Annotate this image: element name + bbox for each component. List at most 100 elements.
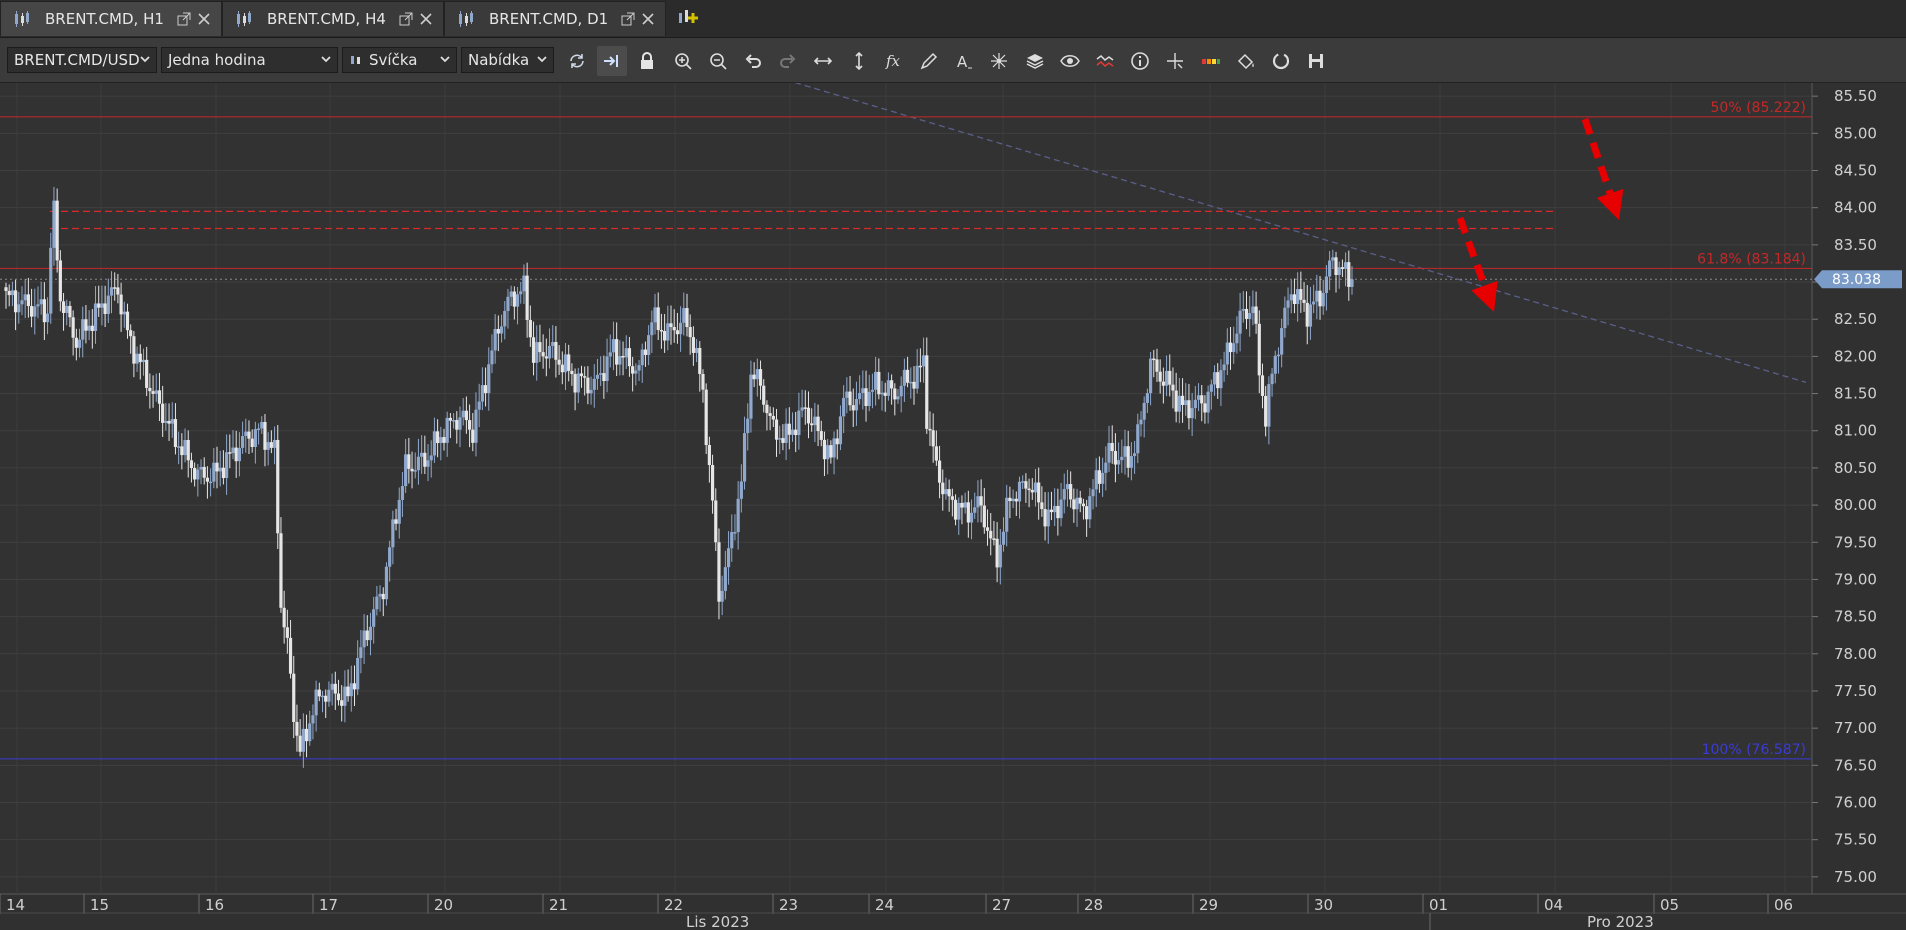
horizontal-scale-button[interactable]	[808, 46, 838, 76]
candle[interactable]	[870, 389, 875, 392]
candle[interactable]	[391, 519, 395, 548]
candle[interactable]	[1056, 506, 1060, 519]
candle[interactable]	[90, 325, 94, 331]
candle[interactable]	[1043, 509, 1047, 527]
candle[interactable]	[1228, 342, 1233, 353]
candle[interactable]	[279, 533, 283, 608]
candle[interactable]	[1203, 403, 1207, 413]
candle[interactable]	[784, 423, 788, 443]
candle[interactable]	[292, 673, 296, 722]
candle[interactable]	[704, 389, 708, 446]
candle[interactable]	[694, 347, 699, 353]
candle[interactable]	[413, 470, 417, 472]
candle[interactable]	[899, 385, 903, 397]
candle[interactable]	[81, 319, 85, 340]
candle[interactable]	[410, 468, 414, 472]
candle[interactable]	[228, 452, 232, 454]
candle[interactable]	[400, 486, 405, 500]
candle[interactable]	[1270, 373, 1274, 385]
candle[interactable]	[969, 512, 974, 523]
candle[interactable]	[778, 438, 782, 440]
candle[interactable]	[541, 352, 545, 357]
candle[interactable]	[1129, 456, 1133, 468]
candle[interactable]	[164, 420, 168, 423]
candle[interactable]	[177, 446, 181, 448]
candle[interactable]	[618, 355, 622, 365]
candle[interactable]	[1264, 395, 1268, 427]
candle[interactable]	[1053, 506, 1057, 513]
candle[interactable]	[1072, 499, 1076, 510]
candle[interactable]	[845, 391, 849, 398]
candle[interactable]	[509, 291, 513, 297]
candle[interactable]	[132, 336, 136, 364]
candle[interactable]	[196, 469, 200, 480]
pencil-button[interactable]	[914, 46, 944, 76]
chart-area[interactable]: 85.5085.0084.5084.0083.5083.0082.5082.00…	[0, 83, 1906, 930]
candle[interactable]	[854, 399, 859, 411]
candle[interactable]	[1021, 481, 1025, 483]
candle[interactable]	[570, 370, 574, 375]
candle[interactable]	[726, 548, 731, 568]
candle[interactable]	[161, 403, 165, 423]
candle[interactable]	[135, 353, 139, 364]
candle[interactable]	[36, 304, 40, 307]
candle[interactable]	[650, 322, 654, 336]
candle[interactable]	[800, 407, 804, 411]
candle[interactable]	[631, 366, 635, 374]
candle[interactable]	[141, 359, 146, 363]
candle[interactable]	[113, 287, 117, 289]
candle[interactable]	[1097, 470, 1102, 484]
candle[interactable]	[202, 466, 206, 478]
refresh-button[interactable]	[562, 46, 592, 76]
candle[interactable]	[100, 303, 104, 308]
candle[interactable]	[426, 460, 430, 467]
candle[interactable]	[452, 420, 456, 422]
candle[interactable]	[1078, 497, 1082, 504]
candle[interactable]	[432, 431, 437, 456]
tab-brent-h1[interactable]: BRENT.CMD, H1	[0, 1, 222, 36]
candle[interactable]	[186, 439, 190, 461]
instrument-select[interactable]: BRENT.CMD/USD	[7, 47, 157, 73]
candle[interactable]	[880, 392, 884, 395]
signals-button[interactable]	[1090, 46, 1120, 76]
candle[interactable]	[506, 296, 510, 311]
candle[interactable]	[937, 460, 942, 483]
candle[interactable]	[372, 609, 376, 627]
candle[interactable]	[1212, 372, 1217, 385]
candle[interactable]	[1232, 343, 1236, 353]
candle[interactable]	[669, 323, 673, 327]
candle[interactable]	[125, 311, 130, 331]
candle[interactable]	[985, 527, 990, 531]
candle[interactable]	[822, 439, 827, 460]
candle[interactable]	[1292, 294, 1297, 305]
candle[interactable]	[560, 364, 564, 373]
candle[interactable]	[1177, 395, 1181, 412]
candle[interactable]	[1145, 393, 1149, 403]
candle[interactable]	[634, 370, 638, 374]
candle[interactable]	[912, 381, 916, 389]
candle[interactable]	[595, 374, 600, 379]
candle[interactable]	[276, 439, 280, 534]
candle[interactable]	[154, 390, 158, 394]
candle[interactable]	[685, 308, 689, 328]
candle[interactable]	[467, 420, 472, 430]
candle[interactable]	[1321, 293, 1325, 307]
candle[interactable]	[487, 364, 491, 394]
candle[interactable]	[234, 447, 238, 462]
candle[interactable]	[97, 303, 101, 308]
candle[interactable]	[941, 482, 945, 495]
layers-button[interactable]	[1020, 46, 1050, 76]
candle[interactable]	[1200, 395, 1204, 404]
candle[interactable]	[480, 385, 484, 402]
candle[interactable]	[902, 369, 906, 386]
candle[interactable]	[29, 306, 34, 317]
candle[interactable]	[256, 428, 261, 430]
candle[interactable]	[1315, 290, 1319, 302]
candle[interactable]	[963, 502, 967, 508]
candle[interactable]	[1164, 370, 1169, 386]
candle[interactable]	[893, 388, 897, 400]
candle[interactable]	[858, 393, 862, 400]
candle[interactable]	[26, 294, 30, 307]
candle[interactable]	[611, 339, 616, 353]
candle[interactable]	[794, 429, 798, 436]
